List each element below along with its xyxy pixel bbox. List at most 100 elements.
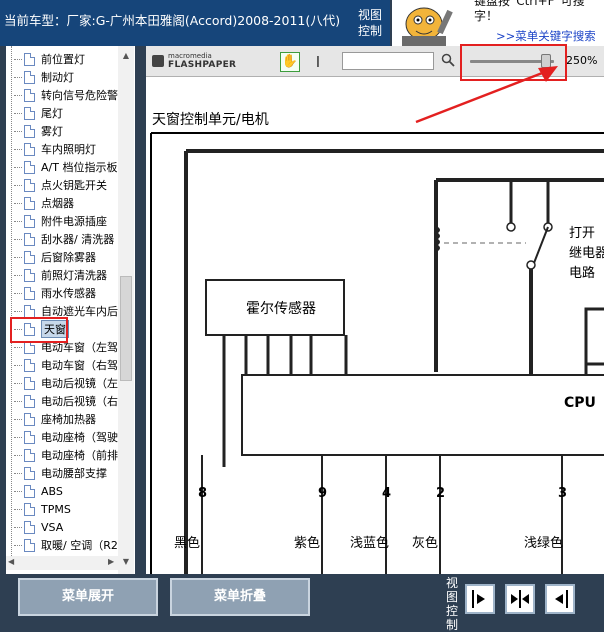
current-model-label: 当前车型：厂家:G-广州本田雅阁(Accord)2008-2011(八代) [4, 13, 341, 28]
sidebar-item-label: 刮水器/ 清洗器 [41, 233, 115, 246]
document-icon [24, 484, 35, 498]
helper-panel: 键盘按“Ctrl+F”可搜字！ >>菜单关键字搜索 [392, 0, 604, 46]
sidebar-item-label: VSA [41, 520, 64, 534]
zoom-level: 250% [566, 54, 598, 67]
sidebar-item[interactable]: 电动车窗（右驾 [14, 356, 118, 374]
menu-expand-button[interactable]: 菜单展开 [18, 578, 158, 616]
sidebar-item[interactable]: 刮水器/ 清洗器 [14, 230, 114, 248]
document-icon [24, 106, 35, 120]
sidebar-item[interactable]: 座椅加热器 [14, 410, 96, 428]
sidebar-tree: 前位置灯制动灯转向信号危险警尾灯雾灯车内照明灯 A/T 档位指示板 点火钥匙开关 点烟… [6, 46, 135, 574]
sidebar-item[interactable]: 制动灯 [14, 68, 74, 86]
document-icon [24, 214, 35, 228]
relay-label-3: 电路 [569, 265, 595, 281]
sidebar-item[interactable]: 车内照明灯 [14, 140, 96, 158]
sidebar-vertical-scrollbar[interactable]: ▲ ▼ [118, 46, 134, 574]
pin-number: 8 [198, 486, 207, 501]
document-icon [24, 520, 35, 534]
diagram-title: 天窗控制单元/电机 [152, 111, 269, 128]
document-icon [24, 466, 35, 480]
mascot-icon [394, 0, 468, 46]
wire-color-label: 浅蓝色 [350, 535, 389, 551]
sidebar-item-label: 点烟器 [41, 197, 74, 210]
header-bar: 当前车型：厂家:G-广州本田雅阁(Accord)2008-2011(八代) 视图… [0, 0, 390, 46]
sidebar-item-label: ABS [41, 484, 63, 498]
document-icon [24, 250, 35, 264]
sidebar-item[interactable]: 电动腰部支撑 [14, 464, 107, 482]
pin-number: 2 [436, 486, 445, 501]
sidebar-item[interactable]: 附件电源插座 [14, 212, 107, 230]
hand-tool-icon[interactable]: ✋ [280, 52, 300, 72]
sidebar-item[interactable]: 电动后视镜（左 [14, 374, 118, 392]
menu-search-link[interactable]: >>菜单关键字搜索 [496, 28, 596, 44]
document-icon [24, 394, 35, 408]
footer-bar: 菜单展开 菜单折叠 视图控制 [0, 574, 604, 632]
sidebar-item-label: 后窗除雾器 [41, 251, 96, 264]
sidebar-item[interactable]: TPMS [14, 500, 71, 518]
sidebar-item[interactable]: 电动座椅（前排 [14, 446, 118, 464]
document-icon [24, 268, 35, 282]
document-icon [24, 70, 35, 84]
view-single-pane-button[interactable] [465, 584, 495, 614]
sidebar-item-label: 雾灯 [41, 125, 63, 138]
sidebar-item-label: 电动车窗（右驾 [41, 359, 118, 372]
sidebar-item[interactable]: 电动座椅（驾驶 [14, 428, 118, 446]
sidebar-item[interactable]: 雨水传感器 [14, 284, 96, 302]
split-arrows-icon [511, 590, 529, 608]
sidebar-item-label: 附件电源插座 [41, 215, 107, 228]
text-select-tool-icon[interactable]: I [311, 52, 325, 72]
sidebar-item[interactable]: 前照灯清洗器 [14, 266, 107, 284]
sidebar-item-label: 转向信号危险警 [41, 89, 118, 102]
view-full-pane-button[interactable] [545, 584, 575, 614]
sidebar-item[interactable]: 雾灯 [14, 122, 63, 140]
sidebar-item-label: 前位置灯 [41, 53, 85, 66]
flashpaper-logo-icon [152, 55, 164, 67]
document-icon [24, 430, 35, 444]
sidebar-item-label: 点火钥匙开关 [41, 179, 107, 192]
sidebar-item-label: 座椅加热器 [41, 413, 96, 426]
sidebar-item[interactable]: 取暖/ 空调（R2 [14, 536, 118, 554]
relay-label-2: 继电器 [569, 246, 604, 261]
view-control-header-label[interactable]: 视图控制 [358, 7, 386, 39]
search-tip-text: 键盘按“Ctrl+F”可搜字！ [474, 0, 585, 23]
menu-collapse-button[interactable]: 菜单折叠 [170, 578, 310, 616]
document-icon [24, 142, 35, 156]
scrollbar-thumb[interactable] [120, 276, 132, 381]
sidebar-item[interactable]: ABS [14, 482, 63, 500]
sidebar-item[interactable]: A/T 档位指示板 [14, 158, 117, 176]
sidebar-item[interactable]: 转向信号危险警 [14, 86, 118, 104]
sidebar-item[interactable]: 电动后视镜（右 [14, 392, 118, 410]
wire-color-label: 浅绿色 [524, 535, 563, 551]
document-icon [24, 178, 35, 192]
document-icon [24, 304, 35, 318]
sidebar-item-label: A/T 档位指示板 [41, 161, 118, 174]
document-icon [24, 196, 35, 210]
sidebar-item[interactable]: 点烟器 [14, 194, 74, 212]
hall-sensor-label: 霍尔传感器 [246, 300, 316, 317]
sidebar-item-label: 取暖/ 空调（R2 [41, 539, 118, 552]
arrow-right-icon [472, 590, 485, 608]
sidebar-item[interactable]: 尾灯 [14, 104, 63, 122]
sidebar-item[interactable]: VSA [14, 518, 63, 536]
scroll-up-icon[interactable]: ▲ [118, 48, 134, 64]
document-icon [24, 286, 35, 300]
sidebar-item[interactable]: 前位置灯 [14, 50, 85, 68]
document-icon [24, 376, 35, 390]
document-icon [24, 232, 35, 246]
document-icon [24, 124, 35, 138]
document-icon [24, 412, 35, 426]
scroll-left-icon[interactable]: ◀ [8, 557, 14, 566]
annotation-arrow [415, 66, 558, 124]
sidebar-item[interactable]: 后窗除雾器 [14, 248, 96, 266]
scroll-right-icon[interactable]: ▶ [108, 557, 114, 566]
sidebar-item-label: 制动灯 [41, 71, 74, 84]
sidebar-item-label: 车内照明灯 [41, 143, 96, 156]
scroll-down-icon[interactable]: ▼ [118, 554, 134, 570]
document-icon [24, 160, 35, 174]
view-split-pane-button[interactable] [505, 584, 535, 614]
selected-item-highlight [10, 317, 68, 343]
cpu-box [241, 374, 604, 456]
document-icon [24, 52, 35, 66]
sidebar-item[interactable]: 点火钥匙开关 [14, 176, 107, 194]
sidebar-horizontal-scrollbar[interactable]: ◀ ▶ [6, 556, 118, 570]
